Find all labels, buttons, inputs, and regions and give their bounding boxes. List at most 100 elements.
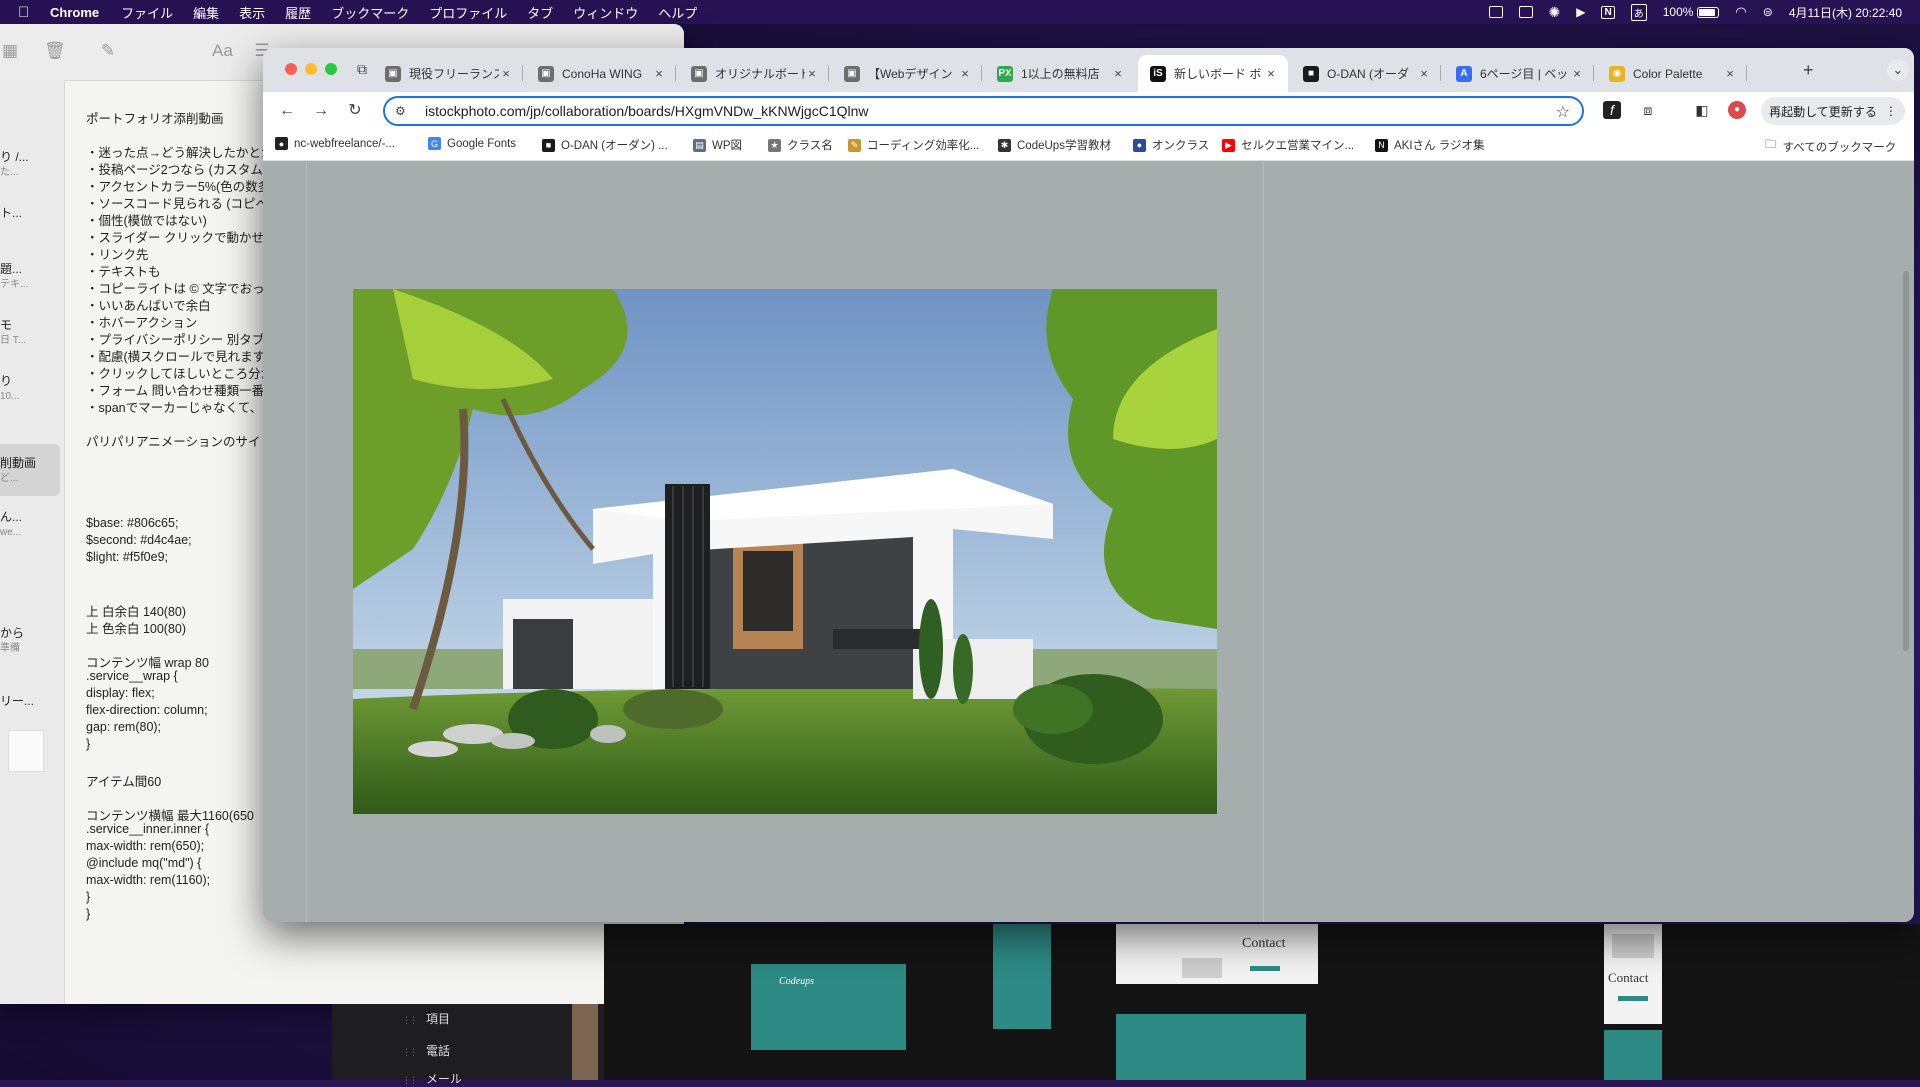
tab[interactable]: ◉ Color Palette × [1597, 55, 1747, 92]
mobile-contact-mockup[interactable]: Contact [1604, 924, 1662, 1024]
note-line: @include mq("md") { [86, 856, 202, 870]
all-bookmarks-folder[interactable]: 🗀 すべてのブックマーク [1765, 137, 1896, 156]
footer-mockup-2[interactable] [1116, 1014, 1306, 1080]
tab[interactable]: ■ O-DAN (オーダ × [1291, 55, 1441, 92]
tab-title: 6ページ目 | ベッ [1480, 67, 1569, 81]
apple-menu-icon[interactable]:  [18, 4, 36, 21]
notes-list-item[interactable]: ん... we... [0, 510, 60, 540]
tab-title: 1以上の無料店 [1021, 67, 1100, 81]
close-tab-icon[interactable]: × [958, 66, 972, 81]
menu-profile[interactable]: プロファイル [429, 3, 507, 22]
tab[interactable]: ▣ ConoHa WING × [526, 55, 676, 92]
note-thumbnail[interactable] [8, 730, 44, 772]
more-menu-icon[interactable]: ⋮ [1885, 104, 1897, 118]
bookmark-item[interactable]: ● オンクラス [1133, 137, 1209, 153]
board-image[interactable] [353, 289, 1217, 814]
menubar-clock[interactable]: 4月11日(木) 20:22:40 [1789, 4, 1902, 21]
input-method-icon[interactable]: あ [1630, 3, 1647, 21]
layer-item[interactable]: 項目 [402, 1010, 450, 1027]
menu-edit[interactable]: 編集 [193, 3, 219, 22]
menu-tab[interactable]: タブ [527, 3, 553, 22]
bookmark-item[interactable]: ✱ CodeUps学習教材 [998, 137, 1111, 153]
tab-search-icon[interactable]: ⧉ [357, 61, 367, 78]
play-icon[interactable]: ▶ [1576, 5, 1585, 19]
bookmark-item[interactable]: ▤ WP図 [693, 137, 742, 153]
close-tab-icon[interactable]: × [1264, 66, 1278, 81]
menu-bookmarks[interactable]: ブックマーク [331, 3, 409, 22]
mobile-footer-mockup[interactable] [1604, 1030, 1662, 1080]
layer-item[interactable]: 電話 [402, 1042, 450, 1059]
close-tab-icon[interactable]: × [1570, 66, 1584, 81]
app-name-menu[interactable]: Chrome [50, 5, 99, 20]
extension-f-icon[interactable]: f [1603, 101, 1621, 119]
chrome-window: ⧉ ▣ 現役フリーランス × ▣ ConoHa WING × ▣ オリジナルボード × ▣ 【Web… [263, 48, 1914, 922]
menu-help[interactable]: ヘルプ [658, 3, 697, 22]
wifi-icon[interactable]: ◠ [1735, 4, 1746, 20]
relaunch-update-button[interactable]: 再起動して更新する ⋮ [1761, 97, 1905, 125]
format-text-icon[interactable]: Aa [212, 42, 233, 60]
notes-list-item[interactable]: リー... [0, 694, 60, 709]
extensions-puzzle-icon[interactable]: ⧈ [1639, 101, 1657, 119]
notes-list-item-selected[interactable]: 削動画 ど... [0, 444, 60, 496]
profile-avatar[interactable]: ● [1728, 101, 1746, 119]
close-tab-icon[interactable]: × [1111, 66, 1125, 81]
notes-list-item[interactable]: 題... テキ... [0, 262, 60, 292]
notes-list-item[interactable]: り 10... [0, 374, 60, 404]
tab-list-chevron-icon[interactable]: ⌄ [1887, 59, 1909, 81]
close-window-button[interactable] [285, 63, 297, 75]
bookmark-item[interactable]: ■ O-DAN (オーダン) ... [542, 137, 668, 153]
bookmark-item[interactable]: ✎ コーディング効率化... [848, 137, 979, 153]
minimize-window-button[interactable] [305, 63, 317, 75]
control-center-icon[interactable]: ⊜ [1763, 5, 1773, 19]
address-bar[interactable]: ⚙ istockphoto.com/jp/collaboration/board… [383, 96, 1584, 126]
tab-active[interactable]: iS 新しいボード ボ × [1138, 55, 1288, 92]
address-url[interactable]: istockphoto.com/jp/collaboration/boards/… [425, 103, 869, 119]
close-tab-icon[interactable]: × [1723, 66, 1737, 81]
tab[interactable]: ▣ オリジナルボード × [679, 55, 829, 92]
close-tab-icon[interactable]: × [499, 66, 513, 81]
new-tab-button[interactable]: + [1803, 60, 1814, 81]
bookmark-item[interactable]: G Google Fonts [428, 137, 516, 150]
notes-list-item[interactable]: から 準備 [0, 626, 60, 656]
sitemap-mockup[interactable] [993, 924, 1051, 1029]
zoom-window-button[interactable] [325, 63, 337, 75]
trash-icon[interactable]: 🗑 [44, 42, 66, 60]
menu-history[interactable]: 履歴 [285, 3, 311, 22]
bookmark-item[interactable]: ★ クラス名 [768, 137, 833, 153]
tab[interactable]: ▣ 現役フリーランス × [373, 55, 523, 92]
forward-button[interactable]: → [311, 101, 331, 121]
side-panel-icon[interactable]: ◧ [1693, 101, 1711, 119]
bookmark-label: nc-webfreelance/-... [294, 137, 395, 150]
close-tab-icon[interactable]: × [652, 66, 666, 81]
site-info-icon[interactable]: ⚙ [395, 104, 409, 118]
reload-button[interactable]: ↻ [345, 101, 365, 121]
close-tab-icon[interactable]: × [805, 66, 819, 81]
bookmark-label: O-DAN (オーダン) ... [561, 140, 668, 152]
close-tab-icon[interactable]: × [1417, 66, 1431, 81]
tab[interactable]: PX 1以上の無料店 × [985, 55, 1135, 92]
menu-window[interactable]: ウィンドウ [573, 3, 638, 22]
clipboard-icon[interactable] [1488, 6, 1503, 18]
bookmark-item[interactable]: ▶ セルクエ営業マイン... [1222, 137, 1354, 153]
layer-item[interactable]: メール [402, 1070, 462, 1087]
battery-status[interactable]: 100% [1663, 5, 1720, 19]
footer-mockup[interactable]: Codeups [751, 964, 906, 1050]
menu-file[interactable]: ファイル [121, 3, 173, 22]
compose-icon[interactable]: ✎ [98, 42, 118, 60]
grid-view-icon[interactable]: ▦ [0, 42, 20, 60]
contact-mockup[interactable]: Contact [1116, 924, 1318, 984]
sun-icon[interactable]: ✺ [1549, 4, 1561, 21]
tab[interactable]: A 6ページ目 | ベッ × [1444, 55, 1594, 92]
menu-view[interactable]: 表示 [239, 3, 265, 22]
bookmark-item[interactable]: N AKIさん ラジオ集 [1375, 137, 1485, 153]
back-button[interactable]: ← [277, 101, 297, 121]
notion-icon[interactable]: N [1601, 5, 1615, 19]
notes-list-item[interactable]: モ日 T... [0, 318, 60, 348]
notes-list-item[interactable]: ト... [0, 206, 60, 221]
tab[interactable]: ▣ 【Webデザイン × [832, 55, 982, 92]
bookmark-star-icon[interactable]: ☆ [1556, 102, 1570, 122]
notes-list-item[interactable]: り /... た... [0, 150, 60, 180]
bookmark-item[interactable]: ● nc-webfreelance/-... [275, 137, 395, 150]
window-icon[interactable] [1518, 6, 1533, 18]
vertical-scrollbar[interactable] [1903, 271, 1909, 651]
